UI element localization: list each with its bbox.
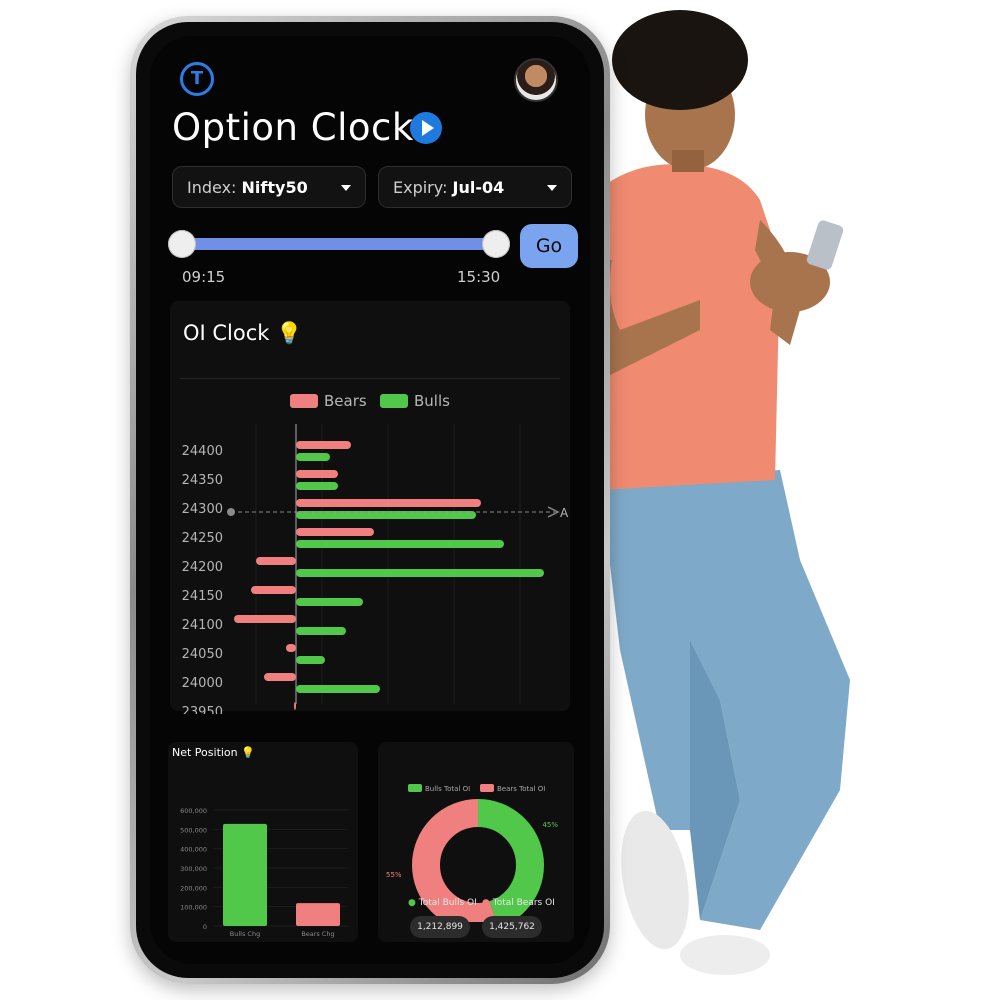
total-oi-donut-chart: Bulls Total OI Bears Total OI 45% 55% [386, 784, 558, 922]
play-icon[interactable] [410, 112, 442, 144]
slider-end-handle[interactable] [482, 230, 510, 258]
bear-bar [234, 615, 296, 623]
bear-bar [296, 528, 374, 536]
bull-bar [296, 685, 380, 693]
oi-clock-title-text: OI Clock [183, 321, 270, 345]
legend-bears-swatch [480, 784, 494, 792]
bull-bar [296, 598, 363, 606]
option-clock-logo-icon: T [180, 62, 214, 96]
index-select-value: Nifty50 [241, 178, 308, 197]
y-tick-label: 200,000 [180, 884, 207, 892]
bear-bar [294, 702, 296, 710]
legend-bulls-swatch [408, 784, 422, 792]
y-tick-label: 100,000 [180, 904, 207, 912]
end-time-label: 15:30 [457, 268, 501, 286]
bear-bar [256, 557, 296, 565]
total-bulls-label-text: Total Bulls OI [418, 898, 477, 908]
net-position-title: Net Position 💡 [172, 746, 255, 759]
y-tick-label: 24300 [182, 502, 223, 517]
bull-bar [296, 540, 504, 548]
start-time-label: 09:15 [182, 268, 226, 286]
phone-screen: T Option Clock Index: Nifty50 Expiry: Ju… [150, 36, 590, 964]
total-bears-value: 1,425,762 [482, 916, 542, 938]
total-bears-label: ● Total Bears OI [482, 898, 555, 908]
person-figure [575, 10, 850, 975]
total-bulls-label: ● Total Bulls OI [408, 898, 477, 908]
bull-bar [296, 656, 325, 664]
bull-bar [296, 453, 330, 461]
legend-bears-swatch [290, 394, 318, 408]
y-tick-label: 24100 [182, 618, 223, 633]
chevron-down-icon [547, 185, 557, 191]
legend-bears-label: Bears [324, 392, 367, 410]
legend-bulls-label: Bulls Total OI [425, 785, 470, 793]
time-range-slider[interactable] [182, 238, 498, 250]
legend-bulls-label: Bulls [414, 392, 450, 410]
total-bears-label-text: Total Bears OI [492, 898, 555, 908]
lightbulb-icon: 💡 [276, 321, 303, 345]
user-avatar-icon[interactable] [514, 58, 558, 102]
bear-bar [296, 499, 481, 507]
bear-bar [296, 441, 351, 449]
y-tick-label: 0 [203, 923, 207, 931]
net-position-title-text: Net Position [172, 746, 238, 759]
y-tick-label: 400,000 [180, 846, 207, 854]
bear-bar [251, 586, 296, 594]
bull-bar [296, 482, 338, 490]
bear-bar [264, 673, 296, 681]
bear-bar [286, 644, 296, 652]
divider [180, 378, 560, 379]
y-tick-label: 24050 [182, 647, 223, 662]
oi-clock-title: OI Clock 💡 [183, 321, 302, 346]
y-tick-label: 24000 [182, 676, 223, 691]
legend-bears-label: Bears Total OI [497, 785, 545, 793]
marker-label: A [560, 506, 569, 520]
slider-start-handle[interactable] [168, 230, 196, 258]
expiry-select-value: Jul-04 [452, 178, 505, 197]
y-tick-label: 600,000 [180, 807, 207, 815]
oi-clock-chart: Bears Bulls 24400 24350 24300 24250 24200 24150… [182, 392, 569, 714]
y-tick-label: 24200 [182, 560, 223, 575]
chevron-down-icon [341, 185, 351, 191]
expiry-select-label: Expiry: [393, 178, 448, 197]
x-tick-label: Bears Chg [301, 930, 334, 938]
bull-bar [296, 569, 544, 577]
index-select[interactable]: Index: Nifty50 [172, 166, 366, 208]
y-tick-label: 24150 [182, 589, 223, 604]
net-position-chart: 0 100,000 200,000 300,000 400,000 500,000 600,… [180, 807, 348, 938]
bear-bar [296, 470, 338, 478]
y-tick-label: 24400 [182, 444, 223, 459]
y-tick-label: 300,000 [180, 865, 207, 873]
x-tick-label: Bulls Chg [230, 930, 260, 938]
y-tick-label: 24250 [182, 531, 223, 546]
bears-percent-label: 55% [386, 871, 402, 879]
page-title: Option Clock [172, 106, 414, 149]
y-tick-label: 23950 [182, 705, 223, 714]
lightbulb-icon: 💡 [241, 746, 255, 759]
net-position-bar [296, 903, 340, 926]
y-tick-label: 24350 [182, 473, 223, 488]
expiry-select[interactable]: Expiry: Jul-04 [378, 166, 572, 208]
bulls-percent-label: 45% [542, 821, 558, 829]
bull-bar [296, 627, 346, 635]
go-button[interactable]: Go [520, 224, 578, 268]
total-bulls-value: 1,212,899 [410, 916, 470, 938]
index-select-label: Index: [187, 178, 237, 197]
legend-bulls-swatch [380, 394, 408, 408]
y-tick-label: 500,000 [180, 826, 207, 834]
net-position-bar [223, 823, 267, 926]
